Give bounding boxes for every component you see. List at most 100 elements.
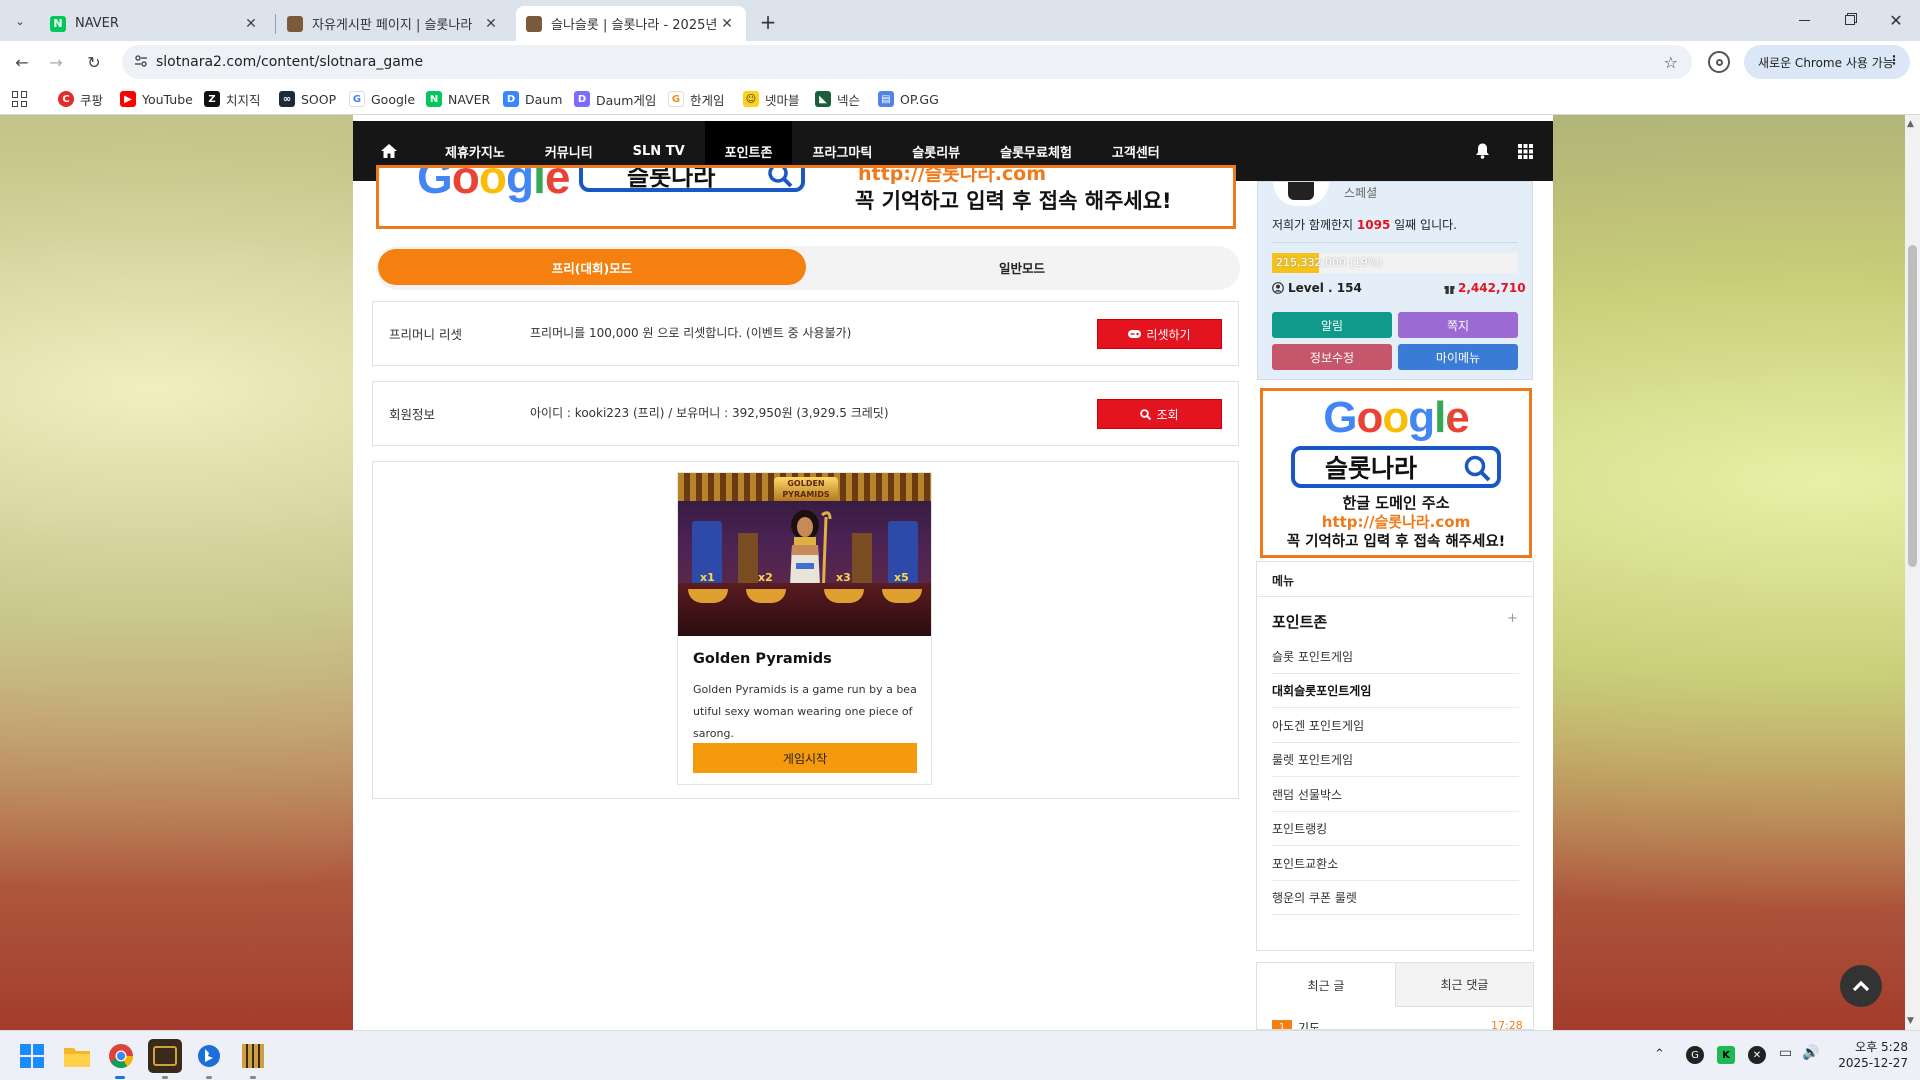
tab-recent-posts[interactable]: 최근 글	[1257, 963, 1395, 1007]
level-text: Level . 154	[1288, 281, 1362, 295]
side-domain-banner[interactable]: Google 슬롯나라 한글 도메인 주소 http://슬롯나라.com 꼭 …	[1260, 388, 1532, 558]
close-icon[interactable]: ✕	[482, 15, 500, 33]
browser-tab-active[interactable]: 슬나슬롯 | 슬롯나라 - 2025년 ✕	[516, 6, 746, 41]
mode-normal-tab[interactable]: 일반모드	[806, 249, 1238, 285]
profile-button[interactable]	[1708, 51, 1730, 73]
bookmark-label: Daum	[525, 91, 563, 107]
alarm-button[interactable]: 알림	[1272, 312, 1392, 338]
network-icon[interactable]: ▭	[1779, 1045, 1792, 1061]
reload-button[interactable]: ↻	[78, 46, 110, 78]
chevron-up-icon[interactable]: ⌃	[1654, 1047, 1665, 1062]
bookmark-youtube[interactable]: ▶ YouTube	[120, 89, 193, 109]
multiplier-2: x2	[758, 571, 773, 584]
notification-button[interactable]	[1461, 121, 1504, 181]
tray-x-icon[interactable]: ✕	[1748, 1046, 1766, 1064]
slotnara-favicon-icon	[526, 15, 542, 32]
member-label: 회원정보	[389, 407, 436, 422]
scroll-down-arrow-icon[interactable]: ▼	[1907, 1016, 1914, 1026]
windows-logo-icon	[20, 1044, 44, 1068]
menu-item-point-ranking[interactable]: 포인트랭킹	[1272, 812, 1519, 846]
menu-item-contest-slot-point-game[interactable]: 대회슬롯포인트게임	[1272, 674, 1519, 708]
start-button[interactable]	[15, 1039, 49, 1073]
chrome-icon	[109, 1044, 133, 1069]
chevron-up-icon	[1852, 980, 1870, 992]
app-taskbar-button-3[interactable]	[236, 1039, 270, 1073]
star-icon[interactable]: ☆	[1664, 53, 1678, 72]
mode-free-tab[interactable]: 프리(대회)모드	[378, 249, 806, 285]
app-taskbar-button-1[interactable]	[148, 1039, 182, 1073]
tray-app-icon[interactable]: G	[1686, 1046, 1704, 1064]
recent-box: 최근 글 최근 댓글 1 기도 17:28	[1256, 962, 1534, 1030]
scroll-to-top-button[interactable]	[1840, 965, 1882, 1007]
menu-expand-icon[interactable]: +	[1507, 611, 1518, 626]
banner-tagline: 꼭 기억하고 입력 후 접속 해주세요!	[855, 189, 1172, 213]
scrollbar-thumb[interactable]	[1908, 245, 1917, 567]
opgg-icon: ▤	[878, 91, 894, 107]
tab-search-button[interactable]: ⌄	[8, 9, 32, 33]
menu-item-roulette-point-game[interactable]: 룰렛 포인트게임	[1272, 743, 1519, 777]
chrome-update-button[interactable]: 새로운 Chrome 사용 가능 ⋮	[1744, 45, 1910, 79]
clock-date[interactable]: 2025-12-27	[1836, 1056, 1908, 1070]
multiplier-1: x1	[700, 571, 715, 584]
menu-item-lucky-coupon-roulette[interactable]: 행운의 쿠폰 룰렛	[1272, 881, 1519, 915]
close-icon[interactable]: ✕	[242, 15, 260, 33]
lookup-button[interactable]: 조회	[1097, 399, 1222, 429]
profile-icon	[1715, 58, 1723, 66]
menu-grid-button[interactable]	[1504, 121, 1553, 181]
top-domain-banner[interactable]: Google 슬롯나라 http://슬롯나라.com 꼭 기억하고 입력 후 …	[376, 165, 1236, 229]
bookmark-netmarble[interactable]: ☺ 넷마블	[743, 89, 800, 109]
game-start-button[interactable]: 게임시작	[693, 743, 917, 773]
clock-time[interactable]: 오후 5:28	[1836, 1038, 1908, 1055]
address-bar[interactable]: slotnara2.com/content/slotnara_game ☆	[122, 45, 1692, 79]
minimize-button[interactable]	[1788, 8, 1820, 32]
app-taskbar-button-2[interactable]	[192, 1039, 226, 1073]
game-thumbnail[interactable]: GOLDEN PYRAMIDS x1 x2 x3 x5	[678, 473, 931, 636]
menu-item-slot-point-game[interactable]: 슬롯 포인트게임	[1272, 640, 1519, 674]
bookmark-daum[interactable]: D Daum	[503, 89, 562, 109]
forward-button[interactable]: →	[40, 46, 72, 78]
tab-title: NAVER	[75, 16, 119, 31]
ad-line-1: 한글 도메인 주소	[1342, 494, 1450, 512]
bookmark-google[interactable]: G Google	[349, 89, 415, 109]
restore-button[interactable]	[1834, 8, 1866, 32]
close-icon[interactable]: ✕	[718, 15, 736, 33]
new-tab-button[interactable]: +	[756, 10, 780, 34]
tab-divider	[275, 14, 276, 34]
file-explorer-button[interactable]	[60, 1039, 94, 1073]
bookmark-coupang[interactable]: C 쿠팡	[58, 89, 103, 109]
recent-post-title[interactable]: 기도	[1298, 1019, 1320, 1029]
edit-profile-button[interactable]: 정보수정	[1272, 344, 1392, 370]
avatar	[1273, 182, 1329, 206]
browser-tab-naver[interactable]: N NAVER ✕	[40, 6, 270, 41]
message-button[interactable]: 쪽지	[1398, 312, 1518, 338]
bookmark-label: YouTube	[142, 91, 193, 107]
bookmark-hangame[interactable]: G 한게임	[668, 89, 725, 109]
volume-icon[interactable]: 🔊	[1802, 1045, 1819, 1061]
bookmark-daumgame[interactable]: D Daum게임	[574, 89, 656, 109]
chrome-taskbar-button[interactable]	[104, 1039, 138, 1073]
browser-tab-freeboard[interactable]: 자유게시판 페이지 | 슬롯나라 ✕	[277, 6, 510, 41]
site-info-icon[interactable]	[134, 54, 148, 68]
days-prefix: 저희가 함께한지	[1272, 218, 1357, 232]
tray-kakao-icon[interactable]: K	[1717, 1046, 1735, 1064]
menu-item-point-exchange[interactable]: 포인트교환소	[1272, 847, 1519, 881]
reset-button[interactable]: 리셋하기	[1097, 319, 1222, 349]
reset-label: 프리머니 리셋	[389, 327, 462, 342]
bookmark-opgg[interactable]: ▤ OP.GG	[878, 89, 939, 109]
window-close-button[interactable]: ✕	[1880, 8, 1912, 32]
bookmark-chzzk[interactable]: Z 치지직	[204, 89, 261, 109]
my-menu-button[interactable]: 마이메뉴	[1398, 344, 1518, 370]
menu-item-adogen-point-game[interactable]: 아도겐 포인트게임	[1272, 709, 1519, 743]
bookmark-nexon[interactable]: ◣ 넥슨	[815, 89, 860, 109]
bookmark-naver[interactable]: N NAVER	[426, 89, 490, 109]
tab-recent-comments[interactable]: 최근 댓글	[1395, 963, 1533, 1007]
bookmark-label: 쿠팡	[80, 92, 104, 108]
menu-item-random-gift-box[interactable]: 랜덤 선물박스	[1272, 778, 1519, 812]
days-value: 1095	[1356, 218, 1391, 232]
search-icon	[768, 168, 793, 188]
scroll-up-arrow-icon[interactable]: ▲	[1907, 119, 1914, 129]
apps-grid-icon[interactable]	[12, 91, 28, 107]
bookmark-label: Google	[371, 91, 416, 107]
back-button[interactable]: ←	[6, 46, 38, 78]
bookmark-soop[interactable]: ∞ SOOP	[279, 89, 336, 109]
